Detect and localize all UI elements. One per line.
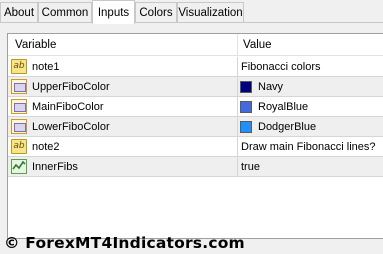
ab-string-icon: ab	[11, 139, 27, 154]
table-row[interactable]: ab note1 Fibonacci colors	[8, 57, 383, 77]
tab-common[interactable]: Common	[38, 2, 92, 23]
color-icon	[11, 99, 27, 114]
color-swatch[interactable]	[240, 101, 252, 113]
tab-inputs[interactable]: Inputs	[92, 0, 135, 24]
variable-name: UpperFiboColor	[32, 81, 110, 93]
tab-strip: About Common Inputs Colors Visualization	[0, 0, 383, 24]
color-swatch[interactable]	[240, 81, 252, 93]
variable-value[interactable]: Navy	[258, 81, 283, 93]
variable-name: note1	[32, 61, 60, 73]
variable-value[interactable]: Fibonacci colors	[241, 61, 320, 73]
table-row[interactable]: InnerFibs true	[8, 157, 383, 177]
table-row[interactable]: LowerFiboColor DodgerBlue	[8, 117, 383, 137]
tab-colors[interactable]: Colors	[135, 2, 177, 23]
grid-header: Variable Value	[8, 34, 383, 56]
tab-visualization[interactable]: Visualization	[177, 2, 244, 23]
color-swatch[interactable]	[240, 121, 252, 133]
ab-string-icon: ab	[11, 59, 27, 74]
variable-value[interactable]: RoyalBlue	[258, 101, 308, 113]
variable-value[interactable]: DodgerBlue	[258, 121, 316, 133]
variable-name: MainFiboColor	[32, 101, 104, 113]
table-row[interactable]: UpperFiboColor Navy	[8, 77, 383, 97]
variable-value[interactable]: Draw main Fibonacci lines?	[241, 141, 376, 153]
header-value[interactable]: Value	[243, 39, 272, 51]
tab-about[interactable]: About	[0, 2, 38, 23]
color-icon	[11, 119, 27, 134]
inputs-grid: Variable Value ab note1 Fibonacci colors…	[7, 33, 383, 239]
header-variable[interactable]: Variable	[15, 39, 56, 51]
color-icon	[11, 79, 27, 94]
watermark: © ForexMT4Indicators.com	[4, 234, 245, 252]
variable-value[interactable]: true	[241, 161, 260, 173]
variable-name: note2	[32, 141, 60, 153]
column-divider[interactable]	[237, 34, 238, 56]
variable-name: InnerFibs	[32, 161, 78, 173]
variable-name: LowerFiboColor	[32, 121, 110, 133]
table-row[interactable]: MainFiboColor RoyalBlue	[8, 97, 383, 117]
bool-icon	[11, 159, 27, 174]
table-row[interactable]: ab note2 Draw main Fibonacci lines?	[8, 137, 383, 157]
